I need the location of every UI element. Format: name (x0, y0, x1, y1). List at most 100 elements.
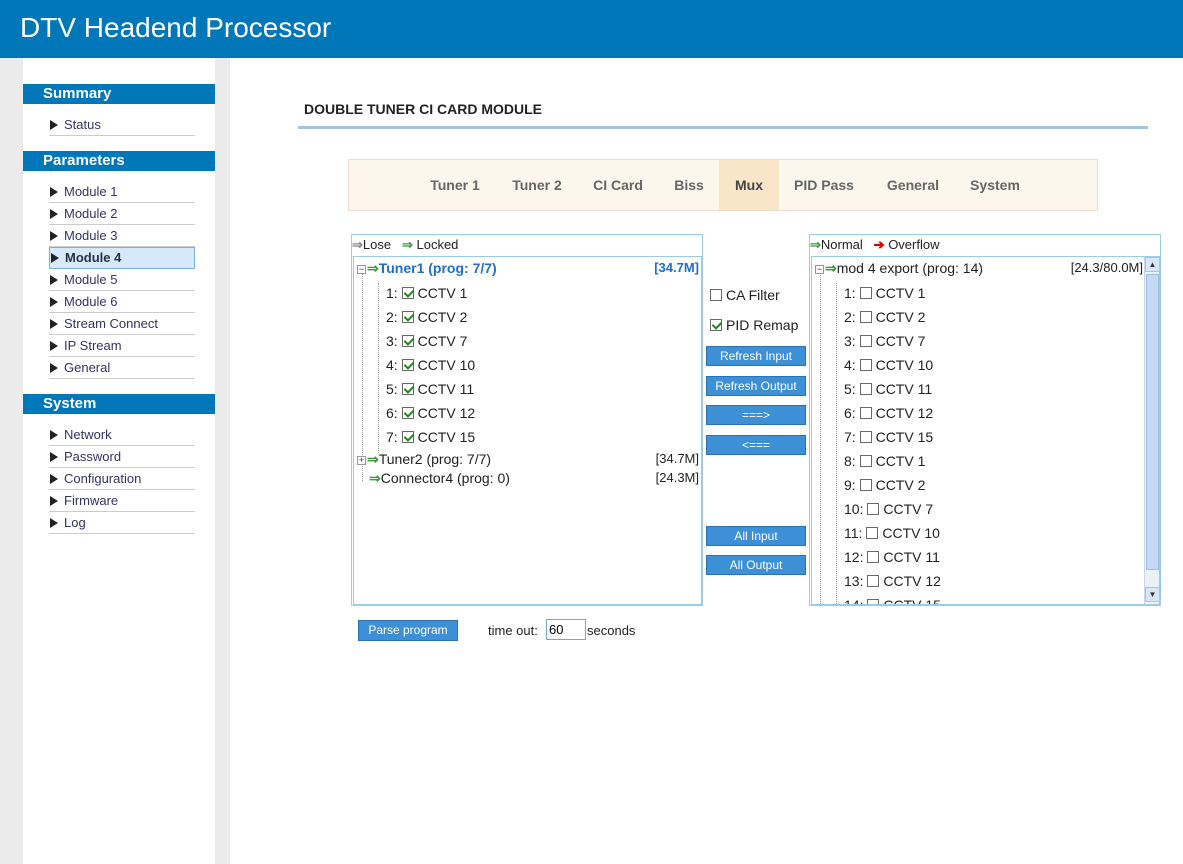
tree-node-connector4[interactable]: ⇒Connector4 (prog: 0) [24.3M] (357, 470, 701, 486)
checkbox-unchecked[interactable] (867, 599, 880, 604)
checkbox-unchecked[interactable] (867, 575, 880, 587)
output-program-6[interactable]: 6: CCTV 12 (844, 405, 933, 421)
sidebar-item-network[interactable]: Network (49, 425, 195, 446)
output-program-11[interactable]: 11: CCTV 10 (844, 525, 940, 541)
tree-node-tuner1[interactable]: − ⇒Tuner1 (prog: 7/7) [34.7M] (357, 260, 701, 276)
checkbox-checked[interactable] (401, 383, 414, 395)
sidebar-item-firmware[interactable]: Firmware (49, 491, 195, 512)
tuner1-program-4[interactable]: 4: CCTV 10 (386, 357, 475, 373)
output-program-5[interactable]: 5: CCTV 11 (844, 381, 932, 397)
checkbox-unchecked[interactable] (859, 455, 872, 467)
sidebar-item-general[interactable]: General (49, 358, 195, 379)
seconds-label: seconds (587, 623, 636, 638)
green-arrow-icon: ⇒ (810, 237, 821, 252)
tab-mux[interactable]: Mux (719, 160, 779, 210)
checkbox-checked[interactable] (401, 407, 414, 419)
output-program-1[interactable]: 1: CCTV 1 (844, 285, 925, 301)
output-program-12[interactable]: 12: CCTV 11 (844, 549, 940, 565)
scroll-up-icon[interactable]: ▲ (1145, 257, 1159, 272)
ca-filter-option[interactable]: CA Filter (710, 287, 780, 303)
pid-remap-checkbox[interactable] (710, 319, 722, 331)
sidebar-item-log[interactable]: Log (49, 513, 195, 534)
refresh-input-button[interactable]: Refresh Input (706, 346, 806, 366)
refresh-output-button[interactable]: Refresh Output (706, 376, 806, 396)
sidebar-item-ip-stream[interactable]: IP Stream (49, 336, 195, 357)
sidebar-item-module-6[interactable]: Module 6 (49, 292, 195, 313)
all-input-button[interactable]: All Input (706, 526, 806, 546)
scroll-down-icon[interactable]: ▼ (1145, 587, 1159, 602)
checkbox-checked[interactable] (401, 359, 414, 371)
triangle-right-icon (50, 187, 58, 197)
output-program-10[interactable]: 10: CCTV 7 (844, 501, 933, 517)
checkbox-unchecked[interactable] (859, 431, 872, 443)
output-program-13[interactable]: 13: CCTV 12 (844, 573, 941, 589)
tab-general[interactable]: General (875, 160, 951, 210)
sidebar-item-module-1[interactable]: Module 1 (49, 182, 195, 203)
sidebar-item-stream-connect[interactable]: Stream Connect (49, 314, 195, 335)
green-arrow-icon: ⇒ (367, 260, 379, 276)
sidebar-item-module-5[interactable]: Module 5 (49, 270, 195, 291)
checkbox-unchecked[interactable] (859, 359, 872, 371)
triangle-right-icon (50, 474, 58, 484)
checkbox-unchecked[interactable] (866, 527, 879, 539)
expand-icon[interactable]: + (357, 456, 366, 465)
output-program-2[interactable]: 2: CCTV 2 (844, 309, 925, 325)
move-left-button[interactable]: <=== (706, 435, 806, 455)
checkbox-checked[interactable] (401, 311, 414, 323)
move-right-button[interactable]: ===> (706, 405, 806, 425)
checkbox-unchecked[interactable] (867, 503, 880, 515)
checkbox-checked[interactable] (401, 335, 414, 347)
sidebar: Summary Status Parameters Module 1 Modul… (23, 58, 215, 864)
triangle-right-icon (50, 496, 58, 506)
tuner1-program-1[interactable]: 1: CCTV 1 (386, 285, 467, 301)
checkbox-checked[interactable] (401, 287, 414, 299)
green-arrow-icon: ⇒ (369, 470, 381, 486)
all-output-button[interactable]: All Output (706, 555, 806, 575)
output-program-7[interactable]: 7: CCTV 15 (844, 429, 933, 445)
parse-program-button[interactable]: Parse program (358, 620, 458, 641)
scroll-thumb[interactable] (1146, 274, 1159, 570)
pid-remap-option[interactable]: PID Remap (710, 317, 798, 333)
tab-tuner-1[interactable]: Tuner 1 (419, 160, 491, 210)
checkbox-checked[interactable] (401, 431, 414, 443)
checkbox-unchecked[interactable] (859, 383, 872, 395)
tab-pid-pass[interactable]: PID Pass (785, 160, 863, 210)
tab-biss[interactable]: Biss (663, 160, 715, 210)
sidebar-item-configuration[interactable]: Configuration (49, 469, 195, 490)
output-program-4[interactable]: 4: CCTV 10 (844, 357, 933, 373)
checkbox-unchecked[interactable] (859, 407, 872, 419)
collapse-icon[interactable]: − (357, 265, 366, 274)
tuner1-program-3[interactable]: 3: CCTV 7 (386, 333, 467, 349)
input-tree[interactable]: − ⇒Tuner1 (prog: 7/7) [34.7M] 1: CCTV 1 2… (353, 256, 702, 605)
tuner1-program-7[interactable]: 7: CCTV 15 (386, 429, 475, 445)
checkbox-unchecked[interactable] (867, 551, 880, 563)
checkbox-unchecked[interactable] (859, 287, 872, 299)
tab-tuner-2[interactable]: Tuner 2 (501, 160, 573, 210)
timeout-input[interactable] (546, 619, 586, 640)
collapse-icon[interactable]: − (815, 265, 824, 274)
tuner1-program-2[interactable]: 2: CCTV 2 (386, 309, 467, 325)
checkbox-unchecked[interactable] (859, 311, 872, 323)
ca-filter-checkbox[interactable] (710, 289, 722, 301)
tuner1-program-5[interactable]: 5: CCTV 11 (386, 381, 474, 397)
output-program-8[interactable]: 8: CCTV 1 (844, 453, 925, 469)
sidebar-item-password[interactable]: Password (49, 447, 195, 468)
sidebar-item-status[interactable]: Status (49, 115, 195, 136)
sidebar-item-module-2[interactable]: Module 2 (49, 204, 195, 225)
tree-node-mod4-export[interactable]: − ⇒mod 4 export (prog: 14) [24.3/80.0M] (815, 260, 1143, 276)
output-program-9[interactable]: 9: CCTV 2 (844, 477, 925, 493)
checkbox-unchecked[interactable] (859, 479, 872, 491)
red-arrow-icon: ➔ (873, 237, 885, 252)
output-scrollbar[interactable]: ▲ ▼ (1144, 257, 1159, 604)
output-program-14[interactable]: 14: CCTV 15 (844, 597, 941, 604)
tab-ci-card[interactable]: CI Card (585, 160, 651, 210)
tree-node-tuner2[interactable]: + ⇒Tuner2 (prog: 7/7) [34.7M] (357, 451, 701, 467)
page-title: DOUBLE TUNER CI CARD MODULE (304, 101, 542, 117)
tuner1-program-6[interactable]: 6: CCTV 12 (386, 405, 475, 421)
output-program-3[interactable]: 3: CCTV 7 (844, 333, 925, 349)
output-tree[interactable]: − ⇒mod 4 export (prog: 14) [24.3/80.0M] 1… (811, 256, 1160, 605)
tab-system[interactable]: System (961, 160, 1029, 210)
sidebar-item-module-4[interactable]: Module 4 (49, 247, 195, 269)
sidebar-item-module-3[interactable]: Module 3 (49, 226, 195, 247)
checkbox-unchecked[interactable] (859, 335, 872, 347)
